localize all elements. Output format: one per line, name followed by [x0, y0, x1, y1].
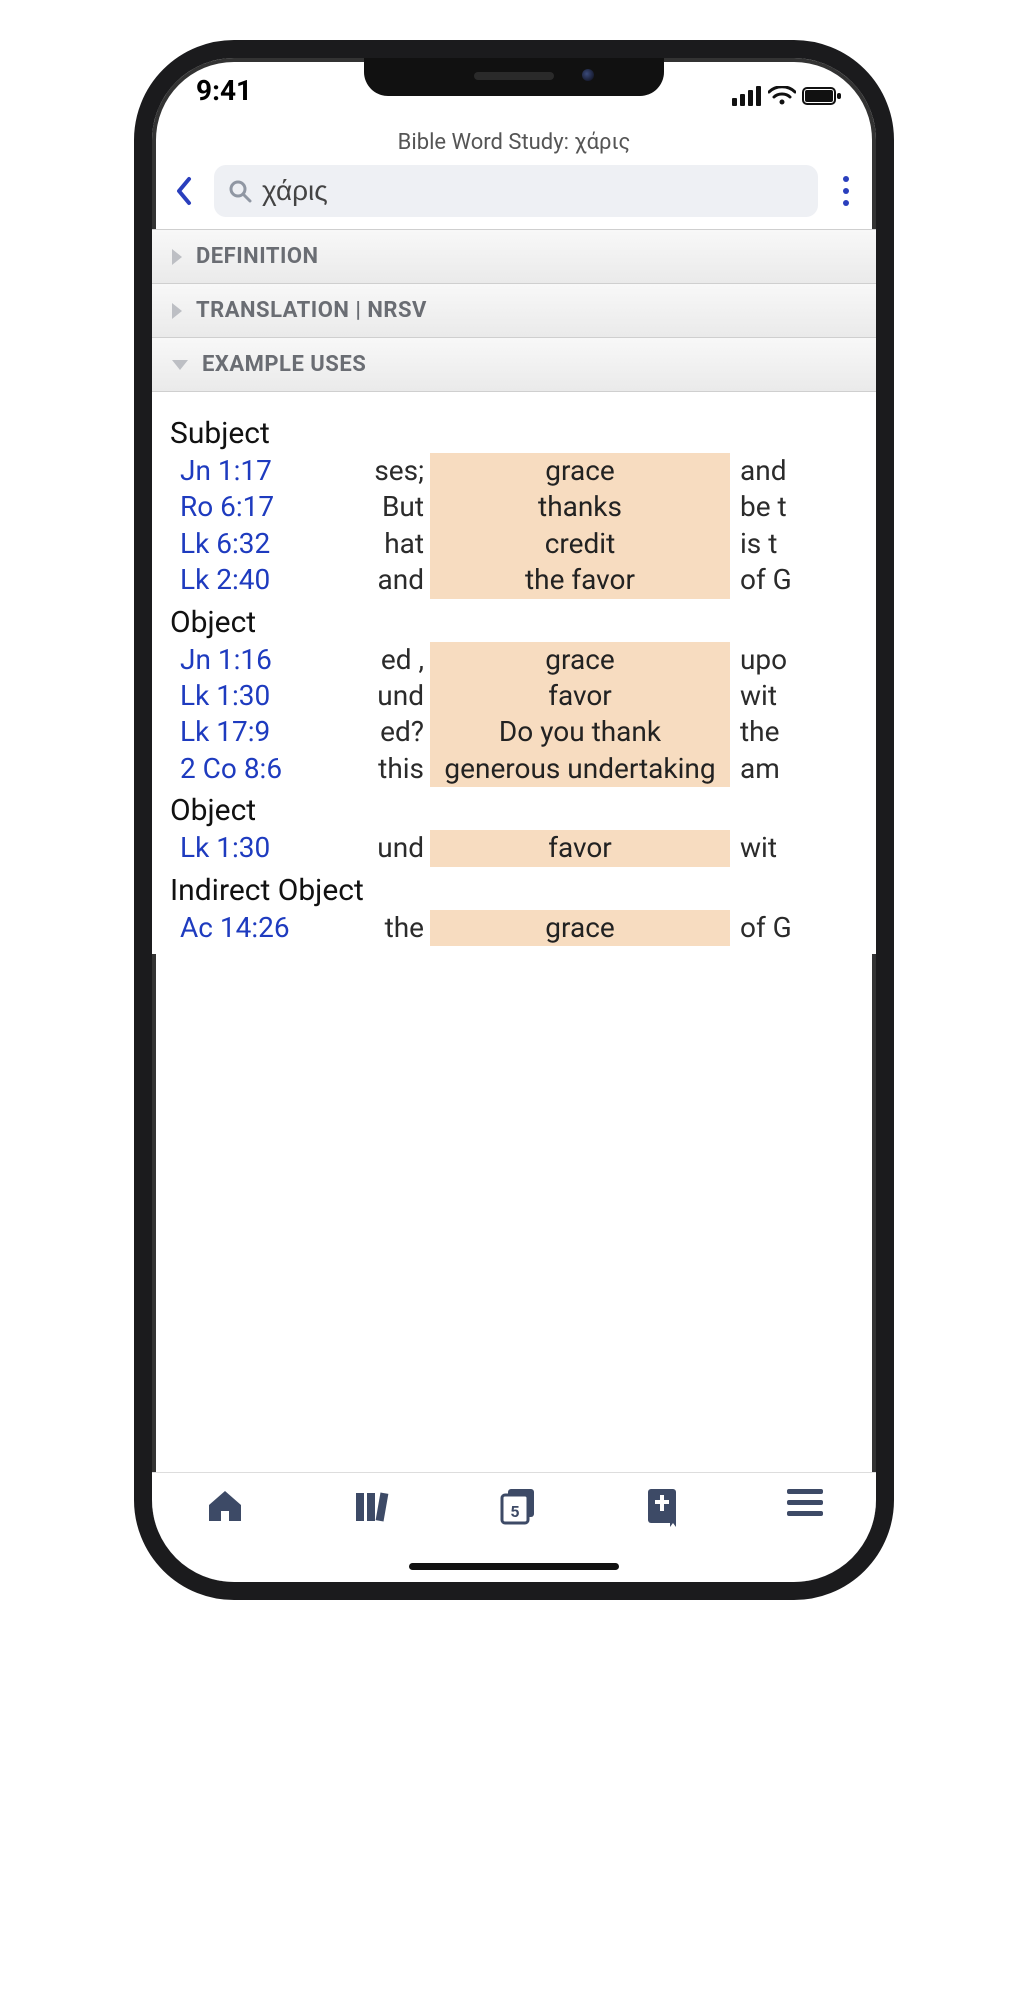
speaker-slot	[474, 72, 554, 80]
battery-icon	[802, 86, 842, 106]
section-label: EXAMPLE USES	[202, 352, 366, 377]
example-row: Lk 17:9ed?Do you thankthe	[158, 714, 870, 750]
device-notch	[364, 58, 664, 96]
section-label: TRANSLATION | NRSV	[196, 298, 427, 323]
context-after: of G	[730, 562, 858, 598]
search-row	[152, 159, 876, 229]
translation-highlight: grace	[430, 642, 730, 678]
example-group-title: Subject	[158, 410, 870, 453]
cellular-icon	[732, 86, 762, 106]
example-row: Lk 6:32hatcreditis t	[158, 526, 870, 562]
context-after: be t	[730, 489, 858, 525]
verse-reference[interactable]: Lk 1:30	[170, 678, 340, 714]
translation-highlight: grace	[430, 453, 730, 489]
context-after: wit	[730, 678, 858, 714]
library-icon	[352, 1487, 392, 1525]
context-after: of G	[730, 910, 858, 946]
verse-reference[interactable]: Jn 1:17	[170, 453, 340, 489]
context-before: ses;	[340, 453, 430, 489]
verse-reference[interactable]: Lk 17:9	[170, 714, 340, 750]
context-after: am	[730, 751, 858, 787]
more-vertical-icon	[841, 175, 851, 207]
front-camera	[582, 69, 594, 81]
home-indicator	[409, 1563, 619, 1570]
status-time: 9:41	[196, 74, 252, 118]
verse-reference[interactable]: Ro 6:17	[170, 489, 340, 525]
verse-reference[interactable]: Ac 14:26	[170, 910, 340, 946]
more-button[interactable]	[826, 169, 866, 213]
example-group-title: Object	[158, 787, 870, 830]
translation-highlight: favor	[430, 678, 730, 714]
context-before: But	[340, 489, 430, 525]
verse-reference[interactable]: Lk 2:40	[170, 562, 340, 598]
tab-home[interactable]	[205, 1487, 245, 1529]
example-row: 2 Co 8:6thisgenerous undertakingam	[158, 751, 870, 787]
verse-reference[interactable]: Lk 1:30	[170, 830, 340, 866]
bible-icon	[646, 1487, 680, 1527]
translation-highlight: the favor	[430, 562, 730, 598]
example-uses-body: SubjectJn 1:17ses;graceandRo 6:17Butthan…	[152, 392, 876, 954]
context-before: this	[340, 751, 430, 787]
example-group-title: Indirect Object	[158, 867, 870, 910]
example-row: Jn 1:16ed ,graceupo	[158, 642, 870, 678]
chevron-right-icon	[172, 303, 182, 319]
chevron-down-icon	[172, 360, 188, 370]
tab-library[interactable]	[352, 1487, 392, 1529]
context-before: und	[340, 678, 430, 714]
context-after: upo	[730, 642, 858, 678]
context-after: is t	[730, 526, 858, 562]
status-right	[732, 74, 842, 118]
translation-highlight: credit	[430, 526, 730, 562]
search-icon	[228, 179, 252, 203]
translation-highlight: grace	[430, 910, 730, 946]
wifi-icon	[768, 86, 796, 106]
context-after: and	[730, 453, 858, 489]
verse-reference[interactable]: Jn 1:16	[170, 642, 340, 678]
back-button[interactable]	[162, 169, 206, 213]
example-row: Ro 6:17Butthanksbe t	[158, 489, 870, 525]
translation-highlight: thanks	[430, 489, 730, 525]
verse-reference[interactable]: 2 Co 8:6	[170, 751, 340, 787]
example-group-title: Object	[158, 599, 870, 642]
context-before: hat	[340, 526, 430, 562]
example-row: Jn 1:17ses;graceand	[158, 453, 870, 489]
phone-frame: 9:41 Bible Word Study: χάρις	[134, 40, 894, 1600]
context-before: ed?	[340, 714, 430, 750]
verse-reference[interactable]: Lk 6:32	[170, 526, 340, 562]
section-translation[interactable]: TRANSLATION | NRSV	[152, 284, 876, 338]
context-before: and	[340, 562, 430, 598]
example-row: Lk 2:40andthe favorof G	[158, 562, 870, 598]
context-after: the	[730, 714, 858, 750]
context-before: ed ,	[340, 642, 430, 678]
context-before: und	[340, 830, 430, 866]
chevron-right-icon	[172, 249, 182, 265]
menu-icon	[787, 1487, 823, 1517]
tab-bible[interactable]	[646, 1487, 680, 1531]
example-row: Lk 1:30undfavorwit	[158, 830, 870, 866]
tabs-count: 5	[510, 1502, 519, 1521]
page-title: Bible Word Study: χάρις	[152, 122, 876, 159]
context-after: wit	[730, 830, 858, 866]
section-definition[interactable]: DEFINITION	[152, 230, 876, 284]
section-example-uses[interactable]: EXAMPLE USES	[152, 338, 876, 392]
home-icon	[205, 1487, 245, 1525]
tabs-icon: 5	[498, 1487, 540, 1527]
translation-highlight: favor	[430, 830, 730, 866]
tab-menu[interactable]	[787, 1487, 823, 1521]
context-before: the	[340, 910, 430, 946]
search-box[interactable]	[214, 165, 818, 217]
example-row: Lk 1:30undfavorwit	[158, 678, 870, 714]
section-label: DEFINITION	[196, 244, 319, 269]
search-input[interactable]	[262, 175, 804, 207]
tab-tabs[interactable]: 5	[498, 1487, 540, 1531]
translation-highlight: Do you thank	[430, 714, 730, 750]
accordion-sections: DEFINITION TRANSLATION | NRSV EXAMPLE US…	[152, 229, 876, 954]
chevron-left-icon	[173, 175, 195, 207]
screen: Bible Word Study: χάρις	[152, 122, 876, 1582]
translation-highlight: generous undertaking	[430, 751, 730, 787]
example-row: Ac 14:26thegraceof G	[158, 910, 870, 946]
